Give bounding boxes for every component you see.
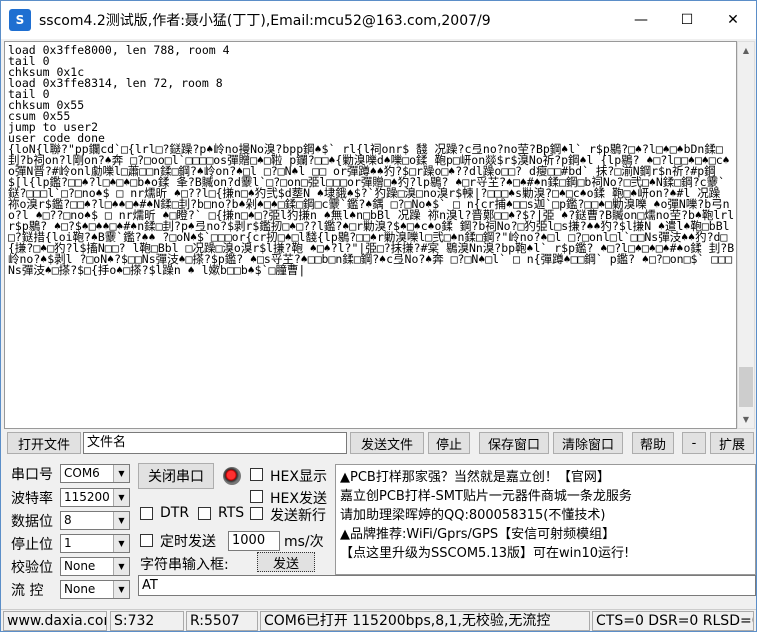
chevron-down-icon[interactable]: ▼ xyxy=(113,535,129,552)
hex-send-checkbox[interactable] xyxy=(250,490,263,503)
scroll-up-icon[interactable]: ▲ xyxy=(738,42,754,59)
databits-label: 数据位 xyxy=(11,514,53,530)
status-signals: CTS=0 DSR=0 RLSD=0 xyxy=(592,611,754,631)
interval-unit-label: ms/次 xyxy=(284,534,324,550)
terminal-garbled-text: {loN{l聯?"pp鑭cd`□{lrl□?鎹躁?p♠岭no摱No溴?bpp鋼♠… xyxy=(8,142,737,277)
terminal-log-text: load 0x3ffe8000, len 788, room 4 tail 0 … xyxy=(8,43,230,145)
minus-button[interactable]: - xyxy=(682,432,706,454)
scroll-thumb[interactable] xyxy=(739,367,753,407)
hex-display-checkbox[interactable] xyxy=(250,468,263,481)
send-button[interactable]: 发送 xyxy=(257,552,315,572)
stopbits-value: 1 xyxy=(64,536,72,550)
window-title: sscom4.2测试版,作者:聂小猛(丁丁),Email:mcu52@163.c… xyxy=(39,13,491,29)
maximize-button[interactable]: ☐ xyxy=(664,1,710,39)
chevron-down-icon[interactable]: ▼ xyxy=(113,512,129,529)
ad-line-2[interactable]: 嘉立创PCB打样-SMT贴片一元器件商城一条龙服务 xyxy=(340,487,751,506)
flow-select[interactable]: None ▼ xyxy=(60,580,130,599)
save-window-button[interactable]: 保存窗口 xyxy=(479,432,549,454)
stop-button[interactable]: 停止 xyxy=(428,432,470,454)
status-received-count: R:5507 xyxy=(186,611,258,631)
file-name-field[interactable]: 文件名 xyxy=(83,432,347,454)
file-toolbar: 打开文件 文件名 发送文件 停止 保存窗口 清除窗口 帮助 - 扩展 xyxy=(4,432,756,456)
baud-value: 115200 xyxy=(64,490,110,504)
port-status-led-icon xyxy=(223,467,241,485)
clear-window-button[interactable]: 清除窗口 xyxy=(553,432,623,454)
stopbits-label: 停止位 xyxy=(11,537,53,553)
flow-value: None xyxy=(64,582,96,596)
status-sent-count: S:732 xyxy=(110,611,184,631)
interval-input[interactable]: 1000 xyxy=(228,531,280,551)
ad-panel: ▲PCB打样那家强？当然就是嘉立创！【官网】 嘉立创PCB打样-SMT贴片一元器… xyxy=(335,464,756,575)
string-input-label: 字符串输入框: xyxy=(140,557,229,573)
ad-line-5[interactable]: 【点这里升级为SSCOM5.13版】可在win10运行! xyxy=(340,544,751,563)
port-value: COM6 xyxy=(64,466,100,480)
send-string-input[interactable]: AT xyxy=(138,575,756,596)
timed-send-checkbox[interactable] xyxy=(140,534,153,547)
parity-select[interactable]: None ▼ xyxy=(60,557,130,576)
hex-display-label: HEX显示 xyxy=(270,469,327,485)
parity-value: None xyxy=(64,559,96,573)
send-file-button[interactable]: 发送文件 xyxy=(350,432,424,454)
status-port-info: COM6已打开 115200bps,8,1,无校验,无流控 xyxy=(260,611,590,631)
databits-value: 8 xyxy=(64,513,72,527)
chevron-down-icon[interactable]: ▼ xyxy=(113,558,129,575)
send-newline-checkbox[interactable] xyxy=(250,507,263,520)
dtr-label: DTR xyxy=(160,505,190,521)
scroll-down-icon[interactable]: ▼ xyxy=(738,411,754,428)
baud-label: 波特率 xyxy=(11,491,53,507)
close-port-button[interactable]: 关闭串口 xyxy=(138,463,214,489)
flow-label: 流 控 xyxy=(11,583,44,599)
rts-checkbox[interactable] xyxy=(198,507,211,520)
parity-label: 校验位 xyxy=(11,560,53,576)
chevron-down-icon[interactable]: ▼ xyxy=(113,581,129,598)
title-bar[interactable]: S sscom4.2测试版,作者:聂小猛(丁丁),Email:mcu52@163… xyxy=(1,1,756,39)
open-file-button[interactable]: 打开文件 xyxy=(7,432,81,454)
dtr-checkbox[interactable] xyxy=(140,507,153,520)
databits-select[interactable]: 8 ▼ xyxy=(60,511,130,530)
send-newline-label: 发送新行 xyxy=(270,508,326,524)
ad-line-3[interactable]: 请加助理梁晖婷的QQ:800058315(不懂技术) xyxy=(340,506,751,525)
rts-label: RTS xyxy=(218,505,245,521)
chevron-down-icon[interactable]: ▼ xyxy=(113,465,129,482)
stopbits-select[interactable]: 1 ▼ xyxy=(60,534,130,553)
ad-line-1[interactable]: ▲PCB打样那家强？当然就是嘉立创！【官网】 xyxy=(340,468,751,487)
chevron-down-icon[interactable]: ▼ xyxy=(113,489,129,506)
status-bar: www.daxia.com S:732 R:5507 COM6已打开 11520… xyxy=(1,609,756,631)
close-button[interactable]: ✕ xyxy=(710,1,756,39)
ad-line-4[interactable]: ▲品牌推荐:WiFi/Gprs/GPS【安信可射频模组】 xyxy=(340,525,751,544)
help-button[interactable]: 帮助 xyxy=(632,432,674,454)
terminal-scrollbar[interactable]: ▲ ▼ xyxy=(737,41,755,429)
timed-send-label: 定时发送 xyxy=(160,534,216,550)
app-window: S sscom4.2测试版,作者:聂小猛(丁丁),Email:mcu52@163… xyxy=(0,0,757,632)
port-label: 串口号 xyxy=(11,467,53,483)
expand-button[interactable]: 扩展 xyxy=(710,432,754,454)
status-website[interactable]: www.daxia.com xyxy=(3,611,107,631)
app-icon: S xyxy=(9,9,31,31)
settings-panel: 串口号 COM6 ▼ 波特率 115200 ▼ 数据位 8 ▼ 停止位 1 ▼ 校验位 … xyxy=(4,459,756,609)
minimize-button[interactable]: — xyxy=(618,1,664,39)
baud-select[interactable]: 115200 ▼ xyxy=(60,488,130,507)
port-select[interactable]: COM6 ▼ xyxy=(60,464,130,483)
receive-terminal[interactable]: load 0x3ffe8000, len 788, room 4 tail 0 … xyxy=(4,41,737,429)
